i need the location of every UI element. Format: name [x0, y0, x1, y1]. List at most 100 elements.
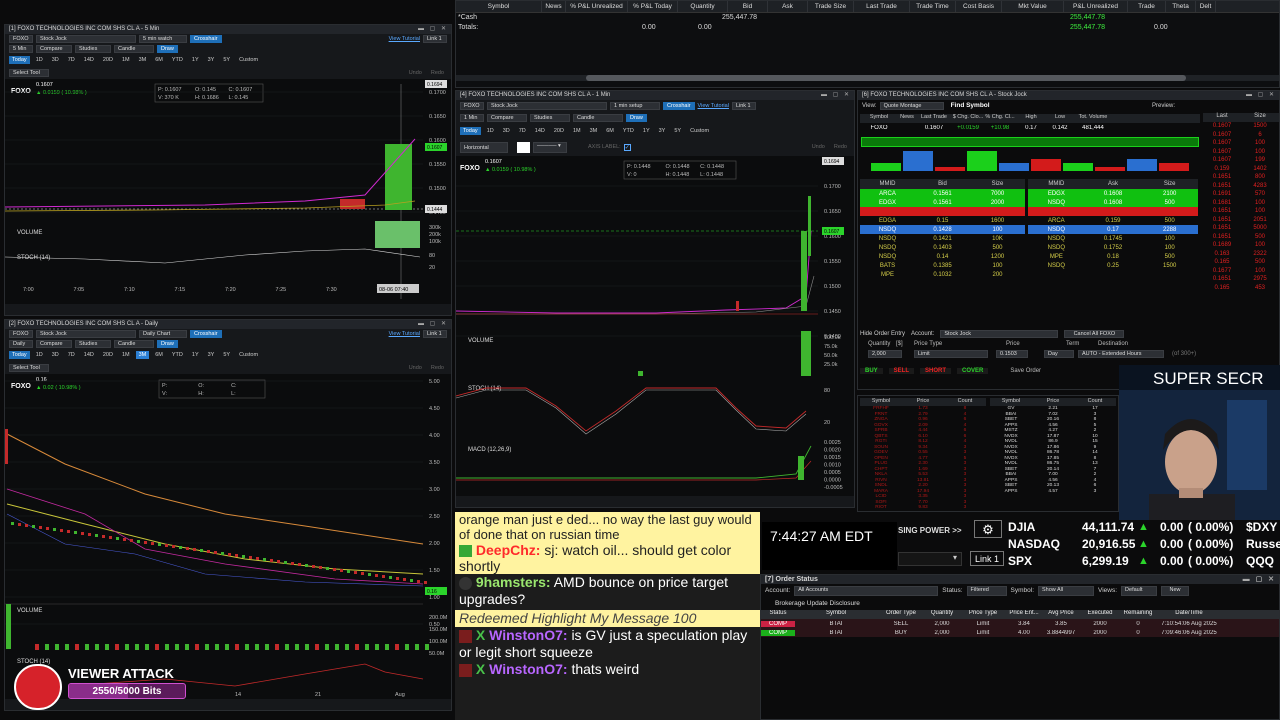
- portfolio-column-header[interactable]: Theta: [1166, 1, 1196, 12]
- portfolio-column-header[interactable]: % P&L Today: [628, 1, 678, 12]
- window-controls[interactable]: ▬ ▢ ✕: [1243, 575, 1276, 584]
- timeframe-button[interactable]: Today: [460, 127, 481, 135]
- order-column-header[interactable]: Price Ent...: [1007, 610, 1041, 619]
- book-row[interactable]: NSDQ 0.1608 500: [1028, 198, 1198, 207]
- hide-order-entry[interactable]: Hide Order Entry: [860, 331, 905, 337]
- window-controls[interactable]: ▬ ▢ ✕: [418, 320, 448, 329]
- interval-dropdown[interactable]: Daily: [9, 340, 33, 348]
- book-row[interactable]: EDGA 0.15 1600: [860, 216, 1025, 225]
- portfolio-column-header[interactable]: Bid: [728, 1, 768, 12]
- status-dropdown[interactable]: Filtered: [966, 585, 1007, 596]
- book-row[interactable]: NSDQ 0.1421 10K: [860, 234, 1025, 243]
- timeframe-button[interactable]: Today: [9, 351, 30, 359]
- views-dropdown[interactable]: Default: [1121, 585, 1158, 596]
- timeframe-button[interactable]: 3D: [49, 351, 62, 359]
- book-row[interactable]: [1028, 207, 1198, 216]
- view-dropdown[interactable]: Quote Montage: [879, 101, 944, 110]
- book-row[interactable]: NSDQ 0.25 1500: [1028, 261, 1198, 270]
- timeframe-button[interactable]: 1Y: [189, 351, 202, 359]
- redo-button[interactable]: Redo: [428, 69, 447, 77]
- timeframe-button[interactable]: 3Y: [205, 56, 218, 64]
- order-column-header[interactable]: Executed: [1081, 610, 1119, 619]
- cancel-all-button[interactable]: Cancel All FOXO: [1064, 330, 1125, 338]
- tutorial-link[interactable]: View Tutorial: [698, 103, 729, 109]
- setup-dropdown[interactable]: Daily Chart: [139, 330, 187, 338]
- draw-button[interactable]: Draw: [626, 114, 647, 122]
- redo-button[interactable]: Redo: [428, 364, 447, 372]
- find-symbol-link[interactable]: Find Symbol: [951, 102, 990, 109]
- timeframe-button[interactable]: 3M: [136, 56, 150, 64]
- undo-button[interactable]: Undo: [406, 69, 425, 77]
- select-tool-dropdown[interactable]: Select Tool: [9, 68, 49, 77]
- tutorial-link[interactable]: View Tutorial: [389, 36, 420, 42]
- interval-dropdown[interactable]: 5 Min: [9, 45, 33, 53]
- setup-dropdown[interactable]: 5 min watch: [139, 35, 187, 43]
- disclosure-link[interactable]: Brokerage Update Disclosure: [761, 597, 1279, 610]
- layout-dropdown[interactable]: Stock Jock: [36, 330, 136, 338]
- candle-dropdown[interactable]: Candle: [114, 340, 154, 348]
- timeframe-button[interactable]: Custom: [236, 56, 261, 64]
- sell-button[interactable]: SELL: [888, 368, 915, 374]
- timeframe-button[interactable]: 5Y: [671, 127, 684, 135]
- portfolio-column-header[interactable]: Trade Size: [808, 1, 854, 12]
- book-row[interactable]: EDGX 0.1608 2100: [1028, 189, 1198, 198]
- portfolio-column-header[interactable]: Mkt Value: [1002, 1, 1064, 12]
- book-row[interactable]: NSDQ 0.1745 100: [1028, 234, 1198, 243]
- price-input[interactable]: 0.1503: [996, 349, 1028, 358]
- portfolio-column-header[interactable]: News: [542, 1, 566, 12]
- link1-button[interactable]: Link 1: [970, 551, 1004, 566]
- timeframe-button[interactable]: 1D: [33, 351, 46, 359]
- chat-username[interactable]: WinstonO7:: [489, 661, 567, 677]
- timeframe-button[interactable]: 14D: [81, 351, 97, 359]
- price-chart-1min[interactable]: FOXO 0.1607 ▲ 0.0159 ( 10.98% ) P: 0.1448 O:…: [456, 156, 854, 496]
- quote-value[interactable]: FOXO: [860, 125, 898, 131]
- book-row[interactable]: NSDQ 0.1403 500: [860, 243, 1025, 252]
- timeframe-button[interactable]: 6M: [603, 127, 617, 135]
- compare-dropdown[interactable]: Compare: [487, 114, 527, 122]
- scanner-row[interactable]: APPS 4.57 3: [990, 489, 1116, 495]
- link-dropdown[interactable]: ▾: [898, 552, 962, 566]
- studies-dropdown[interactable]: Studies: [75, 45, 111, 53]
- timeframe-button[interactable]: 14D: [532, 127, 548, 135]
- quantity-input[interactable]: 2,000: [868, 349, 902, 358]
- timeframe-button[interactable]: 20D: [100, 351, 116, 359]
- timeframe-button[interactable]: 6M: [152, 56, 166, 64]
- book-row[interactable]: MPE 0.18 500: [1028, 252, 1198, 261]
- timeframe-button[interactable]: Custom: [687, 127, 712, 135]
- order-column-header[interactable]: Remaining: [1119, 610, 1157, 619]
- book-row[interactable]: BATS 0.1385 100: [860, 261, 1025, 270]
- timeframe-button[interactable]: 1Y: [640, 127, 653, 135]
- timeframe-button[interactable]: 20D: [551, 127, 567, 135]
- timeframe-button[interactable]: 3M: [587, 127, 601, 135]
- book-row[interactable]: NSDQ 0.17 2288: [1028, 225, 1198, 234]
- timeframe-button[interactable]: 3Y: [205, 351, 218, 359]
- book-row[interactable]: NSDQ 0.1428 100: [860, 225, 1025, 234]
- timeframe-button[interactable]: Today: [9, 56, 30, 64]
- portfolio-column-header[interactable]: Quantity: [678, 1, 728, 12]
- timeframe-button[interactable]: 1D: [484, 127, 497, 135]
- timeframe-button[interactable]: YTD: [169, 56, 186, 64]
- undo-button[interactable]: Undo: [809, 143, 828, 151]
- index-name[interactable]: DJIA: [1008, 520, 1035, 534]
- timeframe-button[interactable]: 1M: [119, 351, 133, 359]
- timeframe-button[interactable]: 1Y: [189, 56, 202, 64]
- line-style-dropdown[interactable]: ───── ▾: [533, 141, 567, 153]
- new-button[interactable]: New: [1161, 585, 1190, 596]
- scanner-row[interactable]: HUT14.803: [860, 511, 986, 512]
- book-row[interactable]: EDGX 0.1561 2000: [860, 198, 1025, 207]
- tutorial-link[interactable]: View Tutorial: [389, 331, 420, 337]
- account-dropdown[interactable]: All Accounts: [794, 585, 939, 596]
- layout-dropdown[interactable]: Stock Jock: [487, 102, 607, 110]
- link-dropdown[interactable]: Link 1: [423, 330, 447, 338]
- timeframe-button[interactable]: 7D: [516, 127, 529, 135]
- index-name[interactable]: NASDAQ: [1008, 537, 1060, 551]
- symbol-dropdown[interactable]: FOXO: [9, 35, 33, 43]
- studies-dropdown[interactable]: Studies: [530, 114, 570, 122]
- timeframe-button[interactable]: 5Y: [220, 351, 233, 359]
- candle-dropdown[interactable]: Candle: [114, 45, 154, 53]
- timeframe-button[interactable]: 3D: [49, 56, 62, 64]
- index-name[interactable]: SPX: [1008, 554, 1032, 568]
- symbol-dropdown[interactable]: FOXO: [9, 330, 33, 338]
- portfolio-column-header[interactable]: Delt: [1196, 1, 1216, 12]
- order-column-header[interactable]: Price Type: [959, 610, 1007, 619]
